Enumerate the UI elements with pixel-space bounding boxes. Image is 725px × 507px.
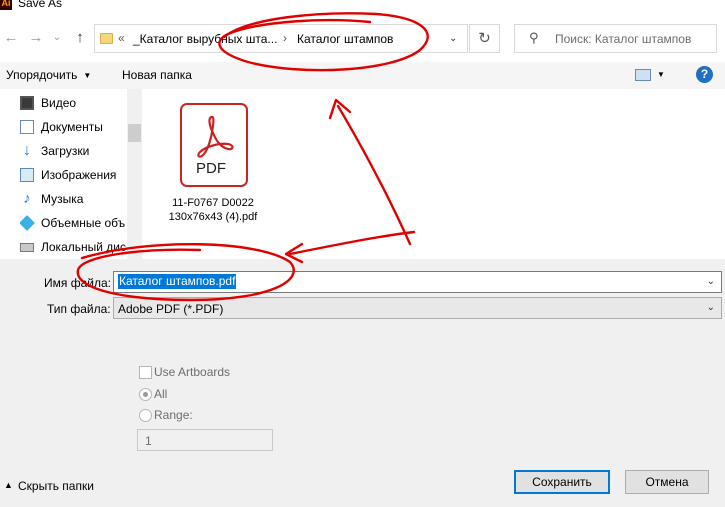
search-input[interactable]: ⚲ Поиск: Каталог штампов <box>514 24 717 53</box>
search-icon: ⚲ <box>529 30 539 45</box>
radio-selected-dot <box>143 392 148 397</box>
sidebar-item-images[interactable]: Изображения <box>20 165 140 185</box>
range-input[interactable]: 1 <box>137 429 273 451</box>
filetype-dropdown-chevron-icon: ⌄ <box>706 302 715 313</box>
sidebar-item-local-disk[interactable]: Локальный дис <box>20 237 140 257</box>
sidebar-item-label: Объемные объ <box>41 216 126 230</box>
sidebar-item-video[interactable]: Видео <box>20 93 140 113</box>
navigation-scrollbar[interactable] <box>127 89 142 259</box>
sidebar-item-label: Документы <box>41 120 103 134</box>
organize-dropdown-icon: ▼ <box>83 70 92 80</box>
back-arrow-icon[interactable]: ← <box>0 27 22 49</box>
range-value: 1 <box>145 434 152 448</box>
filename-value[interactable]: Каталог штампов.pdf <box>118 274 237 289</box>
downloads-icon: ↓ <box>23 142 31 159</box>
filetype-select[interactable]: Adobe PDF (*.PDF) ⌄ <box>113 297 722 319</box>
new-folder-button[interactable]: Новая папка <box>122 68 192 82</box>
music-icon: ♪ <box>23 190 31 207</box>
sidebar-item-label: Видео <box>41 96 77 110</box>
local-disk-icon <box>20 242 34 252</box>
sidebar-item-documents[interactable]: Документы <box>20 117 140 137</box>
range-label: Range: <box>154 408 193 422</box>
breadcrumb-parent[interactable]: _Каталог вырубных шта... <box>133 32 277 46</box>
hide-folders-chevron-icon[interactable]: ▲ <box>4 480 13 490</box>
refresh-icon: ↻ <box>478 30 491 47</box>
pdf-file-icon-label: PDF <box>196 160 226 177</box>
use-artboards-checkbox[interactable] <box>139 366 152 379</box>
file-name-line2: 130x76x43 (4).pdf <box>168 211 258 223</box>
address-dropdown-chevron-icon[interactable]: ⌄ <box>449 33 457 44</box>
breadcrumb-separator-icon[interactable]: › <box>283 31 287 45</box>
search-placeholder: Поиск: Каталог штампов <box>555 32 692 46</box>
file-name[interactable]: 11-F0767 D0022 130x76x43 (4).pdf <box>158 196 268 224</box>
sidebar-item-3d-objects[interactable]: Объемные объ <box>20 213 140 233</box>
filetype-value: Adobe PDF (*.PDF) <box>118 302 224 316</box>
help-icon[interactable]: ? <box>696 66 713 83</box>
all-radio[interactable] <box>139 388 152 401</box>
documents-icon <box>20 120 34 134</box>
use-artboards-label: Use Artboards <box>154 365 231 379</box>
sidebar-item-downloads[interactable]: ↓ Загрузки <box>20 141 140 161</box>
acrobat-icon <box>197 115 234 158</box>
view-dropdown-icon[interactable]: ▼ <box>657 70 665 79</box>
scrollbar-thumb[interactable] <box>128 124 141 142</box>
recent-locations-chevron-icon[interactable]: ⌄ <box>46 27 68 49</box>
organize-button[interactable]: Упорядочить ▼ <box>6 68 91 82</box>
view-options-icon[interactable] <box>635 69 651 81</box>
app-logo-icon: Ai <box>0 0 12 10</box>
path-overflow-icon[interactable]: « <box>118 31 125 45</box>
up-arrow-icon[interactable]: ↑ <box>69 27 91 49</box>
organize-label: Упорядочить <box>6 68 78 82</box>
sidebar-item-label: Локальный дис <box>41 240 126 254</box>
command-bar <box>0 62 725 89</box>
title-bar <box>0 0 725 12</box>
images-icon <box>20 168 34 182</box>
sidebar-item-music[interactable]: ♪ Музыка <box>20 189 140 209</box>
file-name-line1: 11-F0767 D0022 <box>172 197 254 209</box>
cancel-button[interactable]: Отмена <box>625 470 709 494</box>
sidebar-item-label: Изображения <box>41 168 117 182</box>
filetype-label: Тип файла: <box>47 302 111 316</box>
sidebar-item-label: Загрузки <box>41 144 90 158</box>
sidebar-item-label: Музыка <box>41 192 84 206</box>
breadcrumb-current[interactable]: Каталог штампов <box>297 32 393 46</box>
save-button[interactable]: Сохранить <box>514 470 610 494</box>
all-label: All <box>154 387 168 401</box>
hide-folders-button[interactable]: Скрыть папки <box>18 479 94 493</box>
3d-objects-icon <box>20 215 35 231</box>
refresh-button[interactable]: ↻ <box>469 24 500 53</box>
window-title: Save As <box>18 0 63 10</box>
range-radio[interactable] <box>139 409 152 422</box>
forward-arrow-icon[interactable]: → <box>25 27 47 49</box>
video-icon <box>20 96 34 110</box>
filename-label: Имя файла: <box>44 276 111 290</box>
address-bar[interactable]: « _Каталог вырубных шта... › Каталог шта… <box>94 24 468 53</box>
folder-icon <box>100 33 113 44</box>
filename-dropdown-chevron-icon[interactable]: ⌄ <box>707 276 715 287</box>
